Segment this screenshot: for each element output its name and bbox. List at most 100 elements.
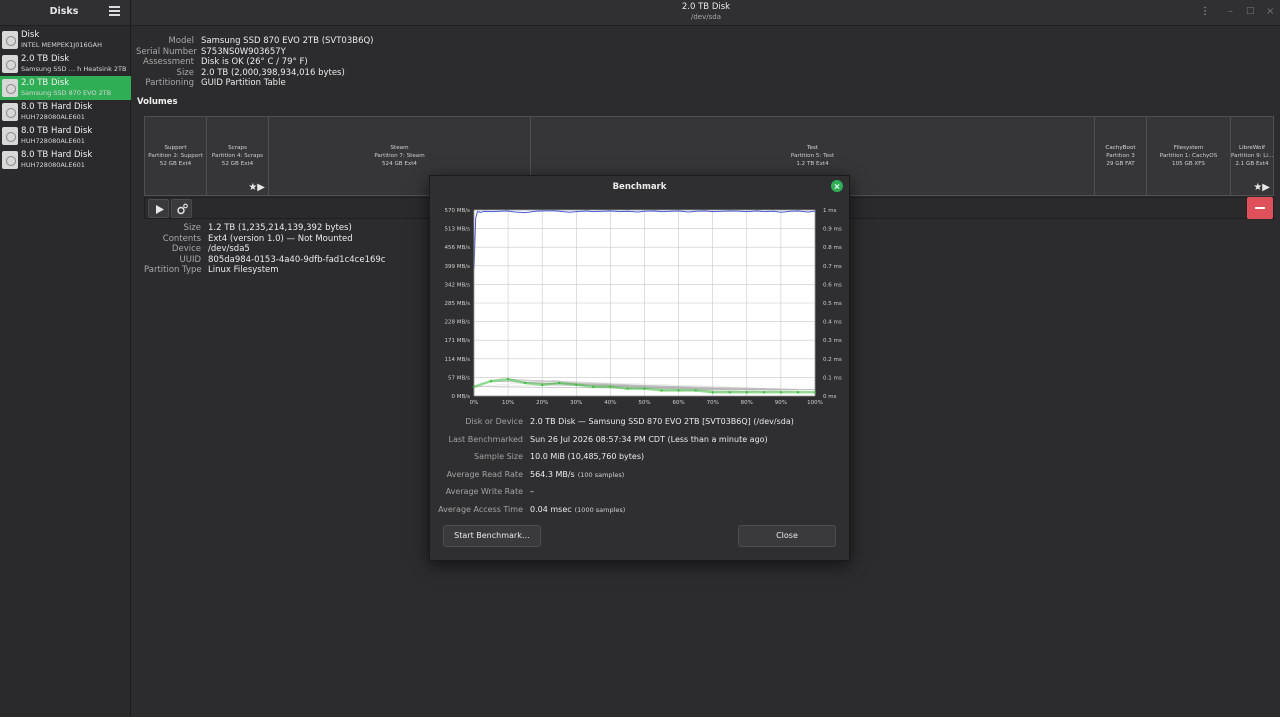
close-window-icon[interactable]: × [1266, 6, 1274, 17]
benchmark-dialog: Benchmark 0% 10% 20% 30% 40% 50% 60% 70% 80% 90% 1… [429, 175, 850, 561]
delete-partition-button[interactable] [1247, 197, 1273, 219]
y-left-tick-label: 57 MB/s [448, 375, 470, 381]
partition-number: Partition 1: CachyOS [1159, 153, 1218, 159]
disk-name: 8.0 TB Hard Disk [21, 126, 93, 136]
disk-list: Disk INTEL MEMPEK1J016GAH 2.0 TB Disk Samsu… [0, 28, 131, 172]
drive-info-value: Samsung SSD 870 EVO 2TB (SVT03B6Q) [201, 36, 374, 46]
drive-info-value: S753NS0W903657Y [201, 46, 286, 57]
partition-settings-button[interactable] [171, 199, 192, 218]
benchmark-result-row: Average Write Rate – [438, 483, 794, 501]
access-time-point [592, 385, 595, 388]
disk-name: 2.0 TB Disk [21, 54, 70, 64]
x-tick-label: 90% [775, 400, 787, 406]
y-right-tick-label: 0.2 ms [823, 357, 842, 363]
drive-info-label: Serial Number [136, 46, 197, 57]
disk-model: HUH728080ALE601 [21, 137, 85, 145]
disk-list-item[interactable]: 8.0 TB Hard Disk HUH728080ALE601 [0, 124, 131, 148]
partition-number: Partition 5: Test [790, 153, 835, 159]
partition-segment[interactable]: Scraps Partition 4: Scraps 52 GB Ext4 ★▶ [207, 117, 269, 195]
y-right-tick-label: 1 ms [823, 208, 837, 214]
dialog-close-icon[interactable] [831, 180, 843, 192]
disk-list-item[interactable]: Disk INTEL MEMPEK1J016GAH [0, 28, 131, 52]
drive-info-label: Assessment [143, 57, 194, 68]
disk-name: 8.0 TB Hard Disk [21, 102, 93, 112]
partition-segment[interactable]: CachyBoot Partition 3 29 GB FAT [1095, 117, 1147, 195]
result-value: 2.0 TB Disk — Samsung SSD 870 EVO 2TB [S… [530, 417, 794, 426]
volume-info-row: Partition Type Linux Filesystem [144, 265, 385, 276]
access-time-point [558, 381, 561, 385]
partition-size: 52 GB Ext4 [159, 161, 192, 167]
drive-info-row: Size 2.0 TB (2,000,398,934,016 bytes) [136, 68, 374, 79]
drive-info-value: Disk is OK (26° C / 79° F) [201, 57, 308, 68]
drive-info-label: Model [168, 36, 194, 46]
disk-list-item[interactable]: 8.0 TB Hard Disk HUH728080ALE601 [0, 100, 131, 124]
access-time-point [779, 391, 783, 394]
benchmark-result-row: Disk or Device 2.0 TB Disk — Samsung SSD … [438, 413, 794, 431]
partition-segment[interactable]: Filesystem Partition 1: CachyOS 105 GB XFS [1147, 117, 1231, 195]
x-tick-label: 70% [707, 400, 719, 406]
disk-list-item[interactable]: 2.0 TB Disk Samsung SSD … h Heatsink 2TB [0, 52, 131, 76]
y-left-tick-label: 570 MB/s [445, 208, 471, 214]
result-label: Disk or Device [465, 417, 523, 426]
partition-name: Test [806, 145, 818, 151]
result-sample-count: (1000 samples) [574, 505, 626, 514]
volume-info-value: 805da984-0153-4a40-9dfb-fad1c4ce169c [208, 254, 386, 265]
access-time-point [523, 381, 527, 385]
star-play-icon: ★▶ [248, 182, 265, 193]
disk-name: Disk [21, 30, 40, 40]
disk-model: HUH728080ALE601 [21, 161, 85, 169]
partition-number: Partition 7: Steam [374, 153, 425, 159]
drive-info-row: Model Samsung SSD 870 EVO 2TB (SVT03B6Q) [136, 36, 374, 47]
minimize-icon[interactable]: – [1228, 6, 1233, 17]
start-benchmark-button[interactable]: Start Benchmark… [443, 525, 541, 547]
sidebar: Disks Disk INTEL MEMPEK1J016GAH 2.0 TB Dis… [0, 0, 131, 717]
result-value: 0.04 msec [530, 504, 572, 514]
benchmark-results: Disk or Device 2.0 TB Disk — Samsung SSD … [438, 413, 794, 518]
disk-model: HUH728080ALE601 [21, 113, 85, 121]
drive-icon [2, 103, 18, 121]
y-left-tick-label: 0 MB/s [452, 394, 471, 400]
volume-info-label: Device [171, 244, 201, 255]
drive-info: Model Samsung SSD 870 EVO 2TB (SVT03B6Q) S… [136, 36, 374, 89]
partition-size: 2.1 GB Ext4 [1235, 161, 1269, 167]
volume-info-label: UUID [179, 254, 202, 265]
partition-size: 52 GB Ext4 [221, 161, 254, 167]
x-tick-label: 50% [638, 400, 650, 406]
result-label: Last Benchmarked [448, 434, 524, 444]
hamburger-menu-icon[interactable] [109, 6, 120, 16]
disk-list-item[interactable]: 8.0 TB Hard Disk HUH728080ALE601 [0, 148, 131, 172]
partition-segment[interactable]: Support Partition 2: Support 52 GB Ext4 [145, 117, 207, 195]
star-play-icon: ★▶ [1253, 182, 1270, 193]
disk-name: 8.0 TB Hard Disk [21, 150, 93, 160]
access-time-point [575, 383, 578, 387]
benchmark-result-row: Average Access Time 0.04 msec (1000 sample… [438, 501, 794, 519]
partition-name: Support [164, 145, 187, 151]
result-value: – [530, 487, 534, 496]
y-left-tick-label: 342 MB/s [445, 282, 471, 288]
volume-info-row: Size 1.2 TB (1,235,214,139,392 bytes) [144, 223, 385, 234]
mount-play-button[interactable] [148, 199, 169, 218]
close-dialog-button[interactable]: Close [738, 525, 836, 547]
maximize-icon[interactable]: □ [1246, 6, 1255, 16]
y-right-tick-label: 0.9 ms [823, 227, 842, 233]
y-left-tick-label: 513 MB/s [445, 227, 471, 233]
volume-info-row: Device/dev/sda5 [144, 244, 385, 255]
access-time-point [506, 378, 510, 381]
result-value: 564.3 MB/s [530, 469, 575, 479]
kebab-menu-icon[interactable]: ⋮ [1200, 6, 1210, 17]
disk-list-item[interactable]: 2.0 TB Disk Samsung SSD 870 EVO 2TB [0, 76, 131, 100]
result-label: Average Read Rate [446, 469, 523, 479]
access-time-point [489, 379, 493, 383]
partition-size: 1.2 TB Ext4 [796, 161, 829, 167]
partition-segment[interactable]: LibreWolf Partition 9: Li… 2.1 GB Ext4 ★▶ [1231, 117, 1273, 195]
drive-icon [2, 55, 18, 73]
disk-model: INTEL MEMPEK1J016GAH [21, 41, 102, 49]
window-subtitle: /dev/sda [691, 13, 721, 21]
drive-icon [2, 31, 18, 49]
y-right-tick-label: 0.4 ms [823, 320, 842, 326]
result-label: Average Access Time [438, 504, 523, 514]
benchmark-result-row: Sample Size 10.0 MiB (10,485,760 bytes) [438, 448, 794, 466]
x-tick-label: 40% [604, 400, 616, 406]
partition-number: Partition 4: Scraps [211, 153, 264, 159]
partition-number: Partition 3 [1106, 153, 1135, 159]
